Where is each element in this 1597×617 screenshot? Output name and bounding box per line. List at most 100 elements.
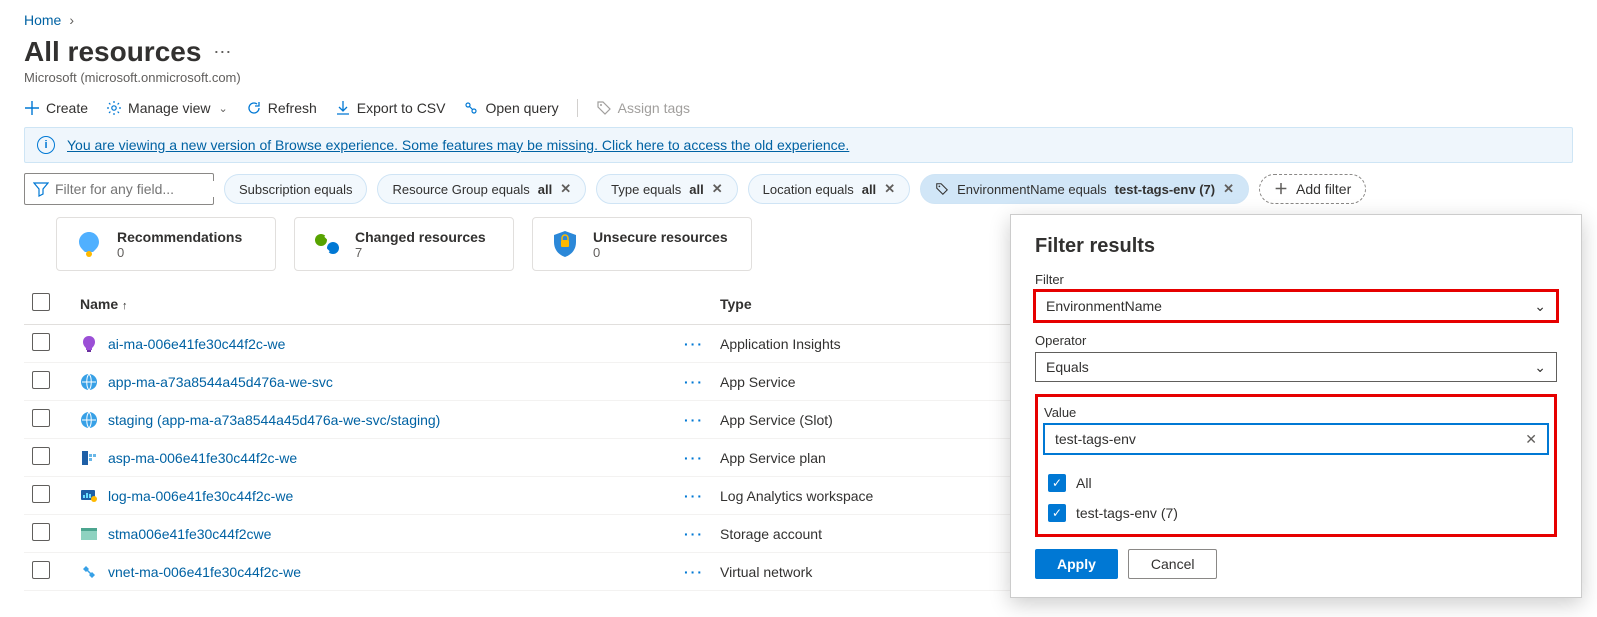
card-chg-title: Changed resources <box>355 229 486 245</box>
recommendation-icon <box>73 228 105 260</box>
filter-row: Subscription equals Resource Group equal… <box>0 173 1597 213</box>
card-changed-resources[interactable]: Changed resources7 <box>294 217 514 271</box>
clear-icon[interactable]: ✕ <box>1525 431 1537 448</box>
pill-subscription-label: Subscription equals <box>239 182 352 197</box>
open-query-label: Open query <box>485 100 558 116</box>
card-reco-title: Recommendations <box>117 229 242 245</box>
open-query-button[interactable]: Open query <box>463 100 558 116</box>
checkbox-checked-icon: ✓ <box>1048 474 1066 492</box>
pill-env-close-icon[interactable]: ✕ <box>1223 181 1234 197</box>
value-field-label: Value <box>1044 405 1548 420</box>
pill-location[interactable]: Location equals all ✕ <box>748 174 910 204</box>
resource-type-icon <box>80 487 98 505</box>
value-option-env-label: test-tags-env (7) <box>1076 505 1178 521</box>
tag-icon <box>935 182 949 196</box>
export-csv-button[interactable]: Export to CSV <box>335 100 446 116</box>
manage-view-button[interactable]: Manage view ⌄ <box>106 100 228 116</box>
create-label: Create <box>46 100 88 116</box>
query-icon <box>463 100 479 116</box>
row-more-icon[interactable]: ··· <box>672 401 712 439</box>
card-reco-value: 0 <box>117 245 242 260</box>
resource-type-icon <box>80 525 98 543</box>
refresh-label: Refresh <box>268 100 317 116</box>
row-checkbox[interactable] <box>32 409 50 427</box>
row-more-icon[interactable]: ··· <box>672 439 712 477</box>
value-option-all-label: All <box>1076 475 1092 491</box>
checkbox-checked-icon: ✓ <box>1048 504 1066 522</box>
command-bar: Create Manage view ⌄ Refresh Export to C… <box>0 85 1597 127</box>
row-checkbox[interactable] <box>32 447 50 465</box>
sort-up-icon: ↑ <box>122 300 128 312</box>
apply-button[interactable]: Apply <box>1035 549 1118 579</box>
breadcrumb: Home › <box>0 0 1597 32</box>
row-more-icon[interactable]: ··· <box>672 553 712 591</box>
pill-env-prefix: EnvironmentName equals <box>957 182 1107 197</box>
resource-link[interactable]: asp-ma-006e41fe30c44f2c-we <box>108 450 297 466</box>
chevron-down-icon: ⌄ <box>219 102 228 115</box>
row-more-icon[interactable]: ··· <box>672 515 712 553</box>
resource-link[interactable]: vnet-ma-006e41fe30c44f2c-we <box>108 564 301 580</box>
resource-link[interactable]: staging (app-ma-a73a8544a45d476a-we-svc/… <box>108 412 440 428</box>
card-chg-value: 7 <box>355 245 486 260</box>
assign-tags-label: Assign tags <box>618 100 690 116</box>
filter-icon <box>33 181 49 197</box>
chevron-down-icon: ⌄ <box>1534 298 1546 315</box>
operator-dropdown[interactable]: Equals ⌄ <box>1035 352 1557 382</box>
row-checkbox[interactable] <box>32 523 50 541</box>
pill-environment-name[interactable]: EnvironmentName equals test-tags-env (7)… <box>920 174 1249 204</box>
filter-search[interactable] <box>24 173 214 205</box>
highlighted-value-section: Value test-tags-env ✕ ✓ All ✓ test-tags-… <box>1035 394 1557 537</box>
refresh-button[interactable]: Refresh <box>246 100 317 116</box>
refresh-icon <box>246 100 262 116</box>
card-recommendations[interactable]: Recommendations0 <box>56 217 276 271</box>
value-input[interactable]: test-tags-env ✕ <box>1044 424 1548 454</box>
manage-view-label: Manage view <box>128 100 211 116</box>
popup-title: Filter results <box>1035 235 1557 258</box>
row-checkbox[interactable] <box>32 485 50 503</box>
pill-loc-close-icon[interactable]: ✕ <box>884 181 895 197</box>
pill-subscription[interactable]: Subscription equals <box>224 174 367 204</box>
create-button[interactable]: Create <box>24 100 88 116</box>
col-name[interactable]: Name ↑ <box>72 283 672 325</box>
resource-type-icon <box>80 373 98 391</box>
more-icon[interactable]: ⋯ <box>213 42 231 63</box>
operator-dropdown-value: Equals <box>1046 359 1089 375</box>
export-csv-label: Export to CSV <box>357 100 446 116</box>
row-more-icon[interactable]: ··· <box>672 477 712 515</box>
operator-field-label: Operator <box>1035 333 1557 348</box>
select-all-checkbox[interactable] <box>32 293 50 311</box>
row-more-icon[interactable]: ··· <box>672 363 712 401</box>
card-unsec-value: 0 <box>593 245 728 260</box>
breadcrumb-home[interactable]: Home <box>24 12 61 28</box>
row-checkbox[interactable] <box>32 333 50 351</box>
info-icon: i <box>37 136 55 154</box>
add-filter-button[interactable]: ＋ Add filter <box>1259 174 1366 204</box>
chevron-right-icon: › <box>69 12 74 28</box>
pill-type-close-icon[interactable]: ✕ <box>712 181 723 197</box>
value-option-env[interactable]: ✓ test-tags-env (7) <box>1044 498 1548 528</box>
card-unsecure-resources[interactable]: Unsecure resources0 <box>532 217 752 271</box>
pill-type[interactable]: Type equals all ✕ <box>596 174 737 204</box>
pill-rg-close-icon[interactable]: ✕ <box>560 181 571 197</box>
row-checkbox[interactable] <box>32 561 50 579</box>
info-bar-link[interactable]: You are viewing a new version of Browse … <box>67 137 849 153</box>
cancel-button[interactable]: Cancel <box>1128 549 1218 579</box>
pill-resource-group[interactable]: Resource Group equals all ✕ <box>377 174 586 204</box>
filter-dropdown[interactable]: EnvironmentName ⌄ <box>1035 291 1557 321</box>
pill-loc-prefix: Location equals <box>763 182 854 197</box>
row-checkbox[interactable] <box>32 371 50 389</box>
filter-search-input[interactable] <box>55 181 236 197</box>
resource-link[interactable]: app-ma-a73a8544a45d476a-we-svc <box>108 374 333 390</box>
filter-field-label: Filter <box>1035 272 1557 287</box>
plus-icon: ＋ <box>1274 179 1288 199</box>
value-option-all[interactable]: ✓ All <box>1044 468 1548 498</box>
resource-link[interactable]: ai-ma-006e41fe30c44f2c-we <box>108 336 285 352</box>
pill-type-prefix: Type equals <box>611 182 681 197</box>
pill-type-value: all <box>689 182 703 197</box>
filter-dropdown-value: EnvironmentName <box>1046 298 1162 314</box>
row-more-icon[interactable]: ··· <box>672 325 712 363</box>
resource-link[interactable]: log-ma-006e41fe30c44f2c-we <box>108 488 293 504</box>
download-icon <box>335 100 351 116</box>
info-bar: i You are viewing a new version of Brows… <box>24 127 1573 163</box>
resource-link[interactable]: stma006e41fe30c44f2cwe <box>108 526 271 542</box>
